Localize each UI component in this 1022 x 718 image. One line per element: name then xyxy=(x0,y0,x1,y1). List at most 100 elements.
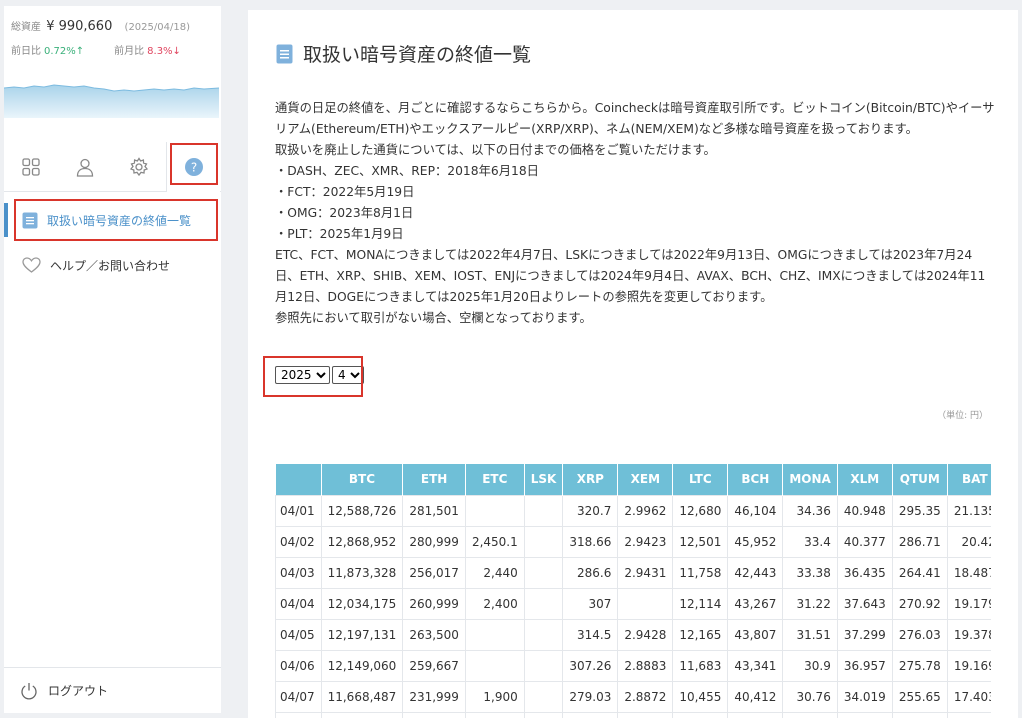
price-cell: 276.03 xyxy=(891,618,948,651)
price-cell: 10,455 xyxy=(672,680,729,713)
price-cell: 12,868,952 xyxy=(320,525,404,558)
price-cell: 264.41 xyxy=(891,556,948,589)
desc-note: 参照先において取引がない場合、空欄となっております。 xyxy=(275,311,592,325)
settings-tab[interactable] xyxy=(112,142,166,192)
month-change-label: 前月比 xyxy=(114,46,145,57)
day-change-label: 前日比 xyxy=(11,46,41,57)
logout-button[interactable]: ログアウト xyxy=(4,667,221,713)
column-header xyxy=(275,464,322,495)
price-cell: 37.643 xyxy=(836,587,893,620)
price-cell: 21.135 xyxy=(946,494,991,527)
price-cell xyxy=(523,525,564,558)
power-icon xyxy=(21,682,37,699)
price-cell: 260.15 xyxy=(891,711,948,718)
price-cell: 30.9 xyxy=(782,649,838,682)
grid-icon xyxy=(22,158,40,176)
price-cell: 43,267 xyxy=(727,587,784,620)
menu-help[interactable]: ヘルプ／お問い合わせ xyxy=(4,248,221,282)
column-header: ETH xyxy=(402,464,466,495)
price-cell: 279.03 xyxy=(562,680,619,713)
price-cell: 281,501 xyxy=(402,494,466,527)
price-cell: 307 xyxy=(562,587,619,620)
price-cell: 280.2 xyxy=(562,711,619,718)
document-icon xyxy=(276,44,293,63)
month-change-value: 8.3%↓ xyxy=(147,46,181,57)
day-change-value: 0.72%↑ xyxy=(44,46,85,57)
price-cell: 36.957 xyxy=(836,649,893,682)
price-cell xyxy=(464,618,525,651)
price-cell: 12,034,175 xyxy=(320,587,404,620)
price-cell: 17.403 xyxy=(946,680,991,713)
column-header: MONA xyxy=(782,464,838,495)
asset-summary: 総資産 ¥ 990,660 (2025/04/18) 前日比 0.72%↑ 前月比 8… xyxy=(11,18,217,57)
table-row: 04/07 11,668,487 231,999 1,900 279.03 2.8872 1… xyxy=(275,680,991,713)
price-cell: 20.42 xyxy=(946,525,991,558)
price-cell: 11,683 xyxy=(672,649,729,682)
price-cell: 12,165 xyxy=(672,618,729,651)
price-cell: 34.289 xyxy=(836,711,893,718)
sidebar: 総資産 ¥ 990,660 (2025/04/18) 前日比 0.72%↑ 前月比 8… xyxy=(4,6,221,713)
price-cell: 307.26 xyxy=(562,649,619,682)
price-cell xyxy=(464,494,525,527)
price-cell: 33.38 xyxy=(782,556,838,589)
price-cell: 2.8883 xyxy=(617,649,674,682)
price-cell: 36.435 xyxy=(836,556,893,589)
table-row: 04/06 12,149,060 259,667 307.26 2.8883 11,683… xyxy=(275,649,991,682)
price-cell: 11,576,115 xyxy=(320,711,404,718)
selector-highlight xyxy=(263,356,363,397)
price-cell: 42,443 xyxy=(727,556,784,589)
price-cell: 11,873,328 xyxy=(320,556,404,589)
price-cell: 275.78 xyxy=(891,649,948,682)
price-cell: 2.9962 xyxy=(617,494,674,527)
column-header: QTUM xyxy=(892,464,948,495)
column-header: XEM xyxy=(617,464,674,495)
desc-rate-change: ETC、FCT、MONAにつきましては2022年4月7日、LSKにつきましては2… xyxy=(275,248,986,304)
column-header: BAT xyxy=(947,464,991,495)
price-cell: 314.5 xyxy=(562,618,619,651)
price-cell: 2,400 xyxy=(464,587,525,620)
price-cell: 226,000 xyxy=(402,711,466,718)
price-cell xyxy=(464,649,525,682)
logout-label: ログアウト xyxy=(48,684,109,698)
price-cell: 12,501 xyxy=(672,525,729,558)
row-date: 04/04 xyxy=(275,587,322,620)
price-cell: 10,509 xyxy=(672,711,729,718)
price-cell: 2,450.1 xyxy=(464,525,525,558)
price-cell: 30.28 xyxy=(782,711,838,718)
asset-sparkline xyxy=(4,84,219,118)
price-cell: 320.7 xyxy=(562,494,619,527)
price-cell: 18.487 xyxy=(946,556,991,589)
desc-intro: 通貨の日足の終値を、月ごとに確認するならこちらから。Coincheckは暗号資産… xyxy=(275,101,995,136)
price-cell: 318.66 xyxy=(562,525,619,558)
price-cell: 46,104 xyxy=(727,494,784,527)
table-body: 04/01 12,588,726 281,501 320.7 2.9962 12,680 4… xyxy=(275,494,991,718)
user-icon xyxy=(76,158,94,177)
price-cell xyxy=(523,494,564,527)
desc-item-plt: ・PLT：2025年1月9日 xyxy=(275,227,404,241)
price-cell: 30.76 xyxy=(782,680,838,713)
price-table-container[interactable]: BTCETHETCLSKXRPXEMLTCBCHMONAXLMQTUMBATIO… xyxy=(275,464,991,718)
column-header: LTC xyxy=(672,464,729,495)
dashboard-tab[interactable] xyxy=(4,142,58,192)
price-cell: 1,900 xyxy=(464,680,525,713)
column-header: BTC xyxy=(321,464,404,495)
price-cell: 33.4 xyxy=(782,525,838,558)
price-cell: 12,680 xyxy=(672,494,729,527)
description: 通貨の日足の終値を、月ごとに確認するならこちらから。Coincheckは暗号資産… xyxy=(275,98,995,329)
table-row: 04/02 12,868,952 280,999 2,450.1 318.66 2.942… xyxy=(275,525,991,558)
desc-item-fct: ・FCT：2022年5月19日 xyxy=(275,185,415,199)
column-header: BCH xyxy=(727,464,784,495)
price-cell: 12,114 xyxy=(672,587,729,620)
table-row: 04/05 12,197,131 263,500 314.5 2.9428 12,165 4… xyxy=(275,618,991,651)
price-cell: 259,667 xyxy=(402,649,466,682)
column-header: LSK xyxy=(524,464,564,495)
column-header: ETC xyxy=(465,464,525,495)
total-asset-label: 総資産 xyxy=(11,22,41,33)
price-cell: 295.35 xyxy=(891,494,948,527)
price-cell: 2.8863 xyxy=(617,711,674,718)
price-cell xyxy=(523,587,564,620)
price-cell xyxy=(523,711,564,718)
price-cell: 280,999 xyxy=(402,525,466,558)
account-tab[interactable] xyxy=(58,142,112,192)
price-cell: 34.36 xyxy=(782,494,838,527)
